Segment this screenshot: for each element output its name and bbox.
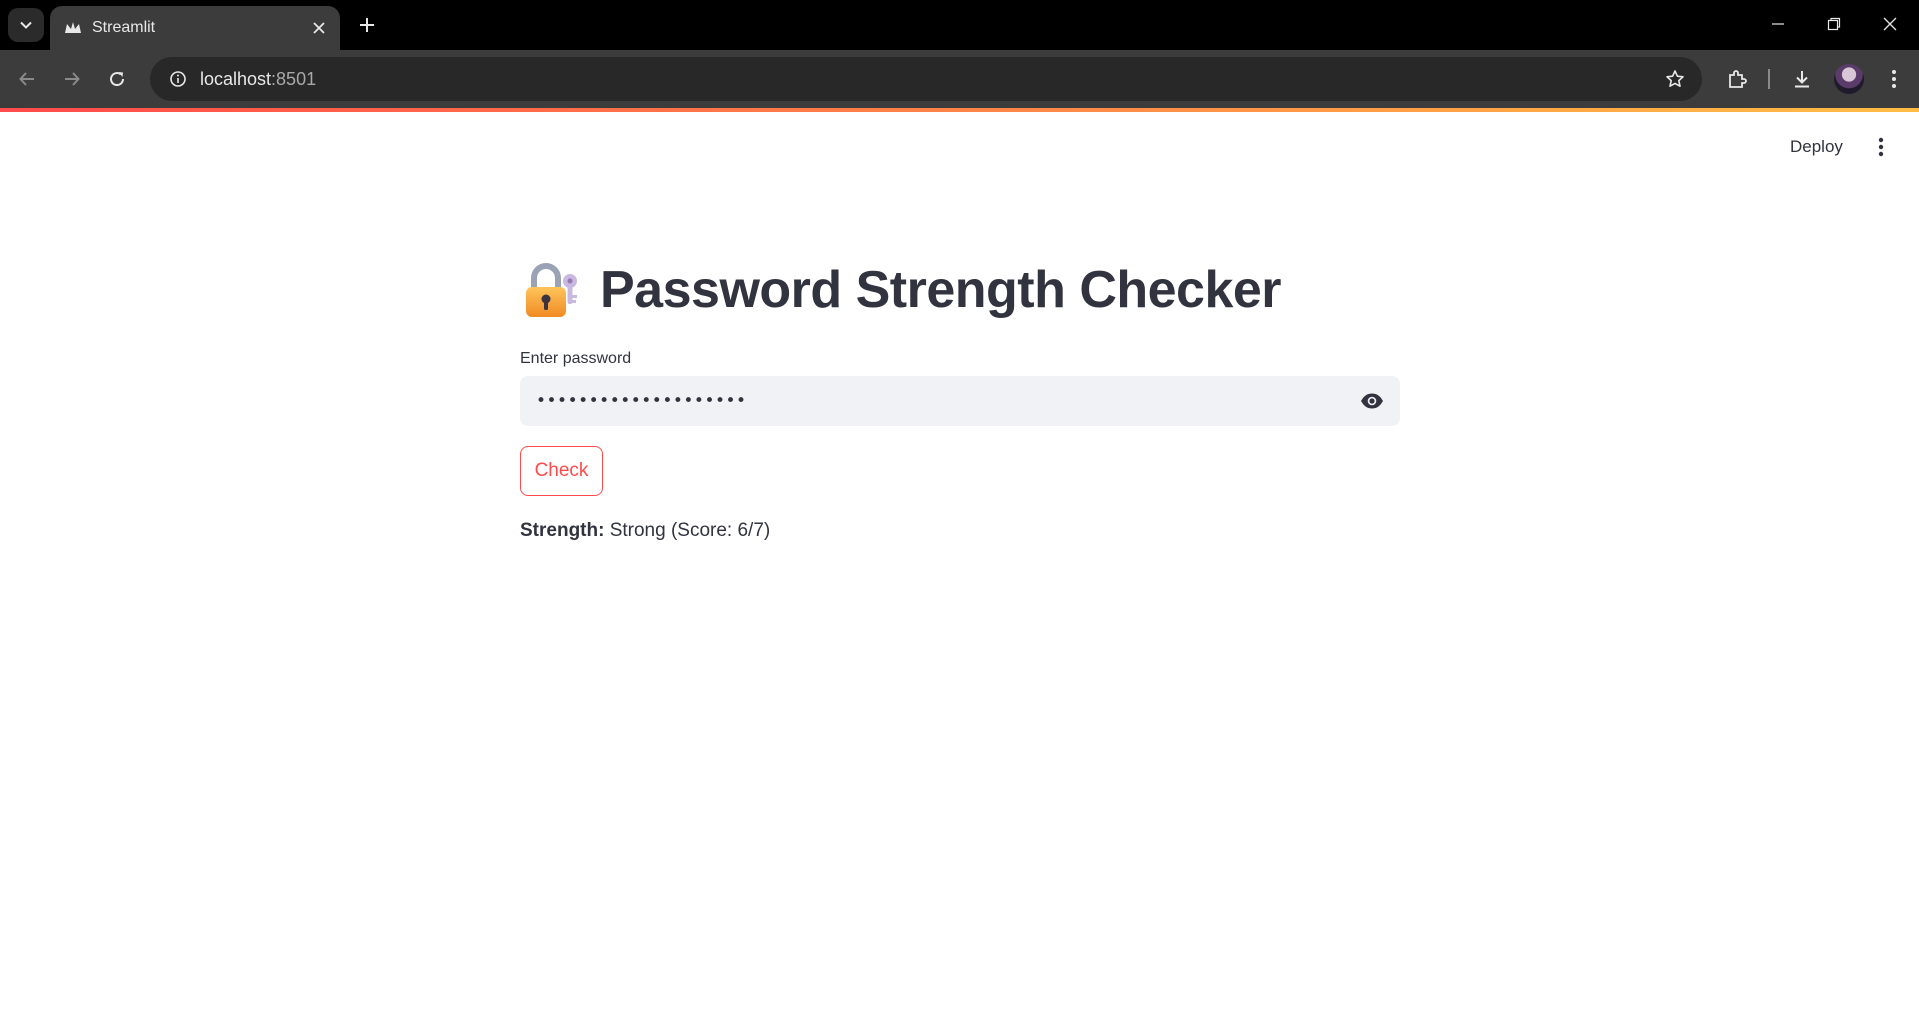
restore-button[interactable]	[1806, 4, 1862, 44]
page-title-row: Password Strength Checker	[520, 252, 1400, 328]
password-field	[520, 376, 1400, 426]
back-button[interactable]	[10, 62, 44, 96]
browser-titlebar: Streamlit	[0, 0, 1919, 50]
streamlit-crown-icon	[64, 19, 82, 37]
check-button[interactable]: Check	[520, 446, 603, 496]
toolbar-divider	[1768, 69, 1770, 89]
strength-value: Strong (Score: 6/7)	[604, 520, 771, 541]
puzzle-icon[interactable]	[1720, 62, 1754, 96]
minimize-button[interactable]	[1750, 4, 1806, 44]
new-tab-button[interactable]	[352, 10, 382, 40]
main-block: Password Strength Checker Enter password…	[520, 252, 1400, 542]
url-text: localhost:8501	[200, 68, 317, 89]
star-icon[interactable]	[1662, 66, 1688, 92]
restore-icon	[1827, 17, 1841, 31]
browser-tab-active[interactable]: Streamlit	[50, 6, 340, 50]
minimize-icon	[1772, 23, 1784, 25]
download-icon[interactable]	[1785, 62, 1819, 96]
address-bar[interactable]: localhost:8501	[150, 57, 1702, 101]
app-header: Deploy	[0, 112, 1919, 172]
app-view: Deploy Password Strength Checker Enter p…	[0, 112, 1919, 1019]
locked-with-key-emoji	[526, 263, 577, 317]
reload-button[interactable]	[100, 62, 134, 96]
reload-icon	[110, 72, 125, 87]
info-icon[interactable]	[156, 57, 200, 101]
tab-search-button[interactable]	[8, 8, 44, 42]
deploy-button[interactable]: Deploy	[1780, 132, 1853, 162]
eye-icon[interactable]	[1344, 376, 1400, 426]
chevron-down-icon	[20, 21, 32, 29]
profile-avatar[interactable]	[1834, 64, 1864, 94]
forward-button[interactable]	[55, 62, 89, 96]
plus-icon	[360, 18, 374, 32]
tab-title: Streamlit	[92, 19, 156, 36]
kebab-menu-icon[interactable]	[1877, 62, 1911, 96]
password-label: Enter password	[520, 350, 632, 367]
page-title: Password Strength Checker	[600, 261, 1282, 319]
close-window-button[interactable]	[1862, 4, 1918, 44]
arrow-right-icon	[65, 72, 80, 86]
strength-result: Strength: Strong (Score: 6/7)	[520, 520, 1400, 542]
password-input[interactable]	[520, 376, 1344, 426]
close-icon[interactable]	[306, 15, 332, 41]
kebab-menu-icon[interactable]	[1866, 132, 1896, 162]
arrow-left-icon	[19, 72, 34, 86]
close-icon	[1883, 17, 1897, 31]
browser-toolbar: localhost:8501	[0, 50, 1919, 108]
strength-label: Strength:	[520, 520, 605, 541]
